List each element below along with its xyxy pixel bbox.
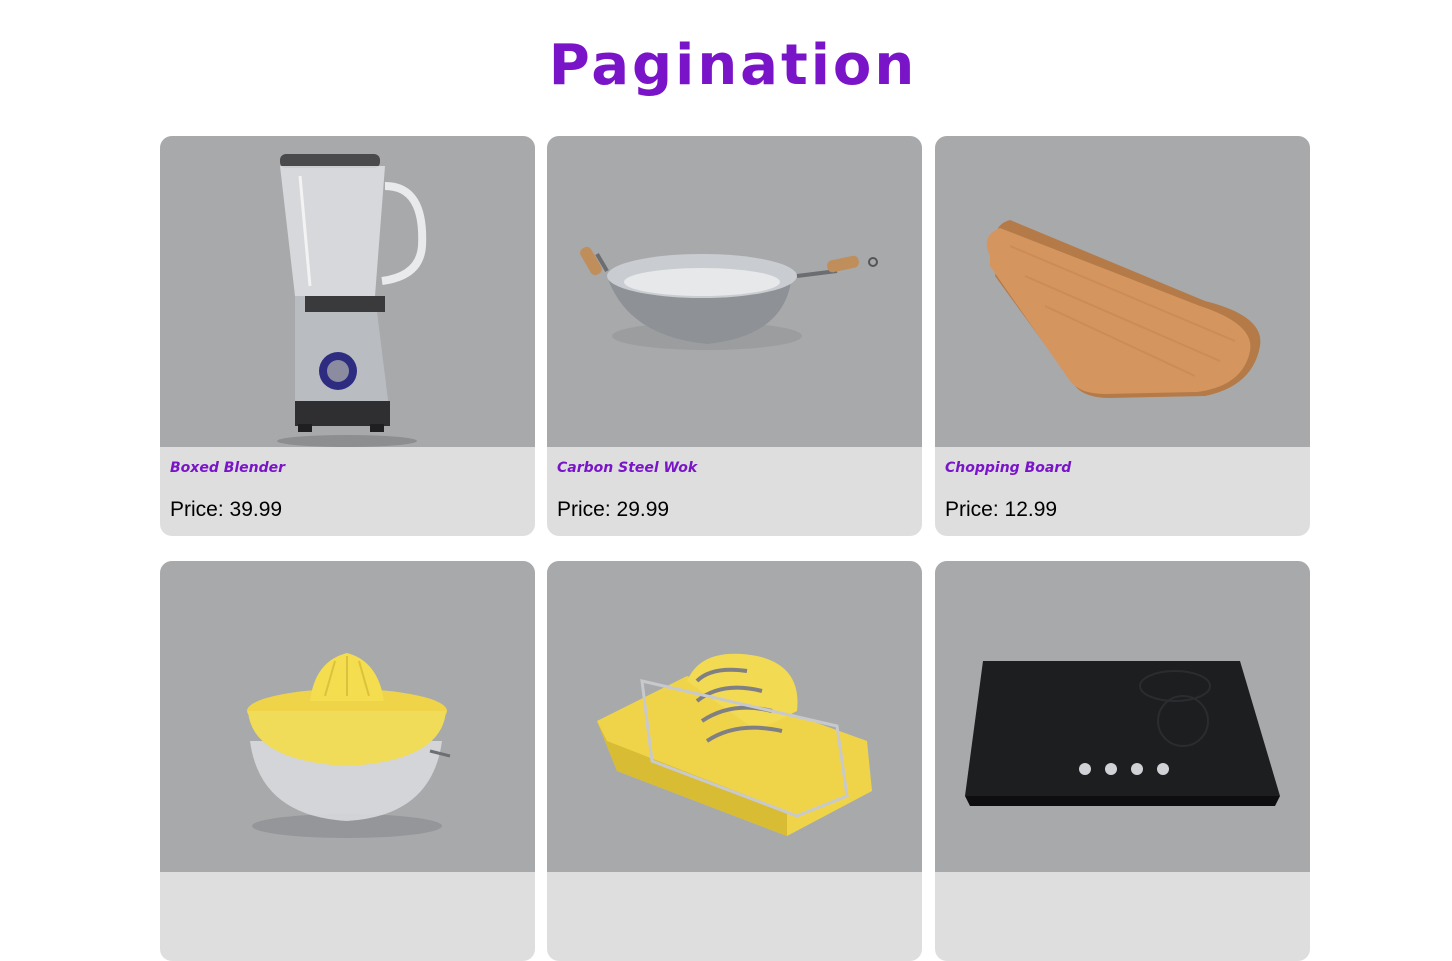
product-card[interactable] (935, 561, 1310, 961)
product-price: Price: 29.99 (557, 498, 670, 521)
product-price: Price: 39.99 (170, 498, 283, 521)
product-name[interactable]: Chopping Board (945, 460, 1071, 476)
product-image (547, 561, 922, 872)
product-card[interactable]: Boxed Blender Price: 39.99 (160, 136, 535, 536)
product-name[interactable]: Carbon Steel Wok (557, 460, 697, 476)
citrus-juicer-icon (247, 653, 451, 838)
product-card[interactable]: Carbon Steel Wok Price: 29.99 (547, 136, 922, 536)
product-name[interactable]: Boxed Blender (170, 460, 285, 476)
wok-icon (580, 246, 878, 350)
egg-slicer-icon (597, 653, 872, 836)
product-image (935, 561, 1310, 872)
product-image (160, 136, 535, 447)
product-image (935, 136, 1310, 447)
page-title: Pagination (548, 33, 918, 98)
product-card[interactable] (160, 561, 535, 961)
induction-cooktop-icon (965, 661, 1280, 806)
product-image (547, 136, 922, 447)
product-image (160, 561, 535, 872)
product-price: Price: 12.99 (945, 498, 1058, 521)
product-card[interactable]: Chopping Board Price: 12.99 (935, 136, 1310, 536)
blender-icon (277, 154, 427, 447)
chopping-board-icon (986, 220, 1261, 398)
product-card[interactable] (547, 561, 922, 961)
